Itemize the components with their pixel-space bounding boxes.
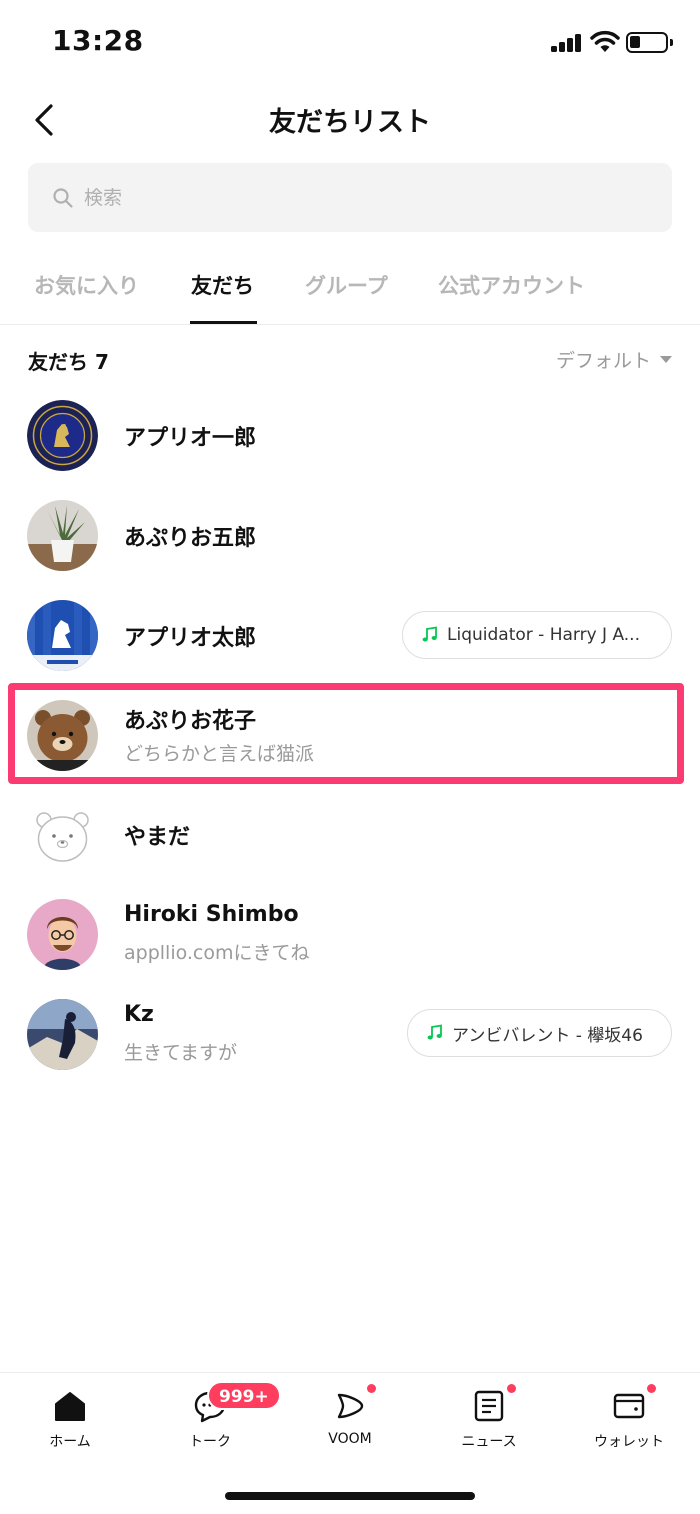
avatar[interactable] xyxy=(27,700,98,771)
friend-name: アプリオ一郎 xyxy=(124,426,257,451)
tab-official-accounts[interactable]: 公式アカウント xyxy=(438,270,585,300)
cartoon-man-avatar-icon xyxy=(27,899,98,970)
friend-name: Kz xyxy=(124,1002,154,1027)
nav-wallet[interactable]: ウォレット xyxy=(579,1389,679,1451)
friend-name: アプリオ太郎 xyxy=(124,626,257,651)
tab-favorites[interactable]: お気に入り xyxy=(34,270,139,300)
plant-photo-icon xyxy=(27,500,98,571)
nav-news[interactable]: ニュース xyxy=(439,1389,539,1451)
brown-bear-photo-icon xyxy=(27,700,98,771)
music-note-icon xyxy=(427,1024,442,1040)
friend-name: あぷりお花子 xyxy=(124,709,257,734)
friend-name: あぷりお五郎 xyxy=(124,526,257,551)
notification-dot xyxy=(647,1384,656,1393)
avatar[interactable] xyxy=(27,600,98,671)
sort-dropdown[interactable]: デフォルト xyxy=(556,346,672,373)
tab-bar: お気に入り 友だち グループ 公式アカウント xyxy=(0,250,700,325)
music-note-icon xyxy=(422,626,437,642)
avatar[interactable] xyxy=(27,400,98,471)
default-bear-avatar-icon xyxy=(27,799,98,870)
friend-row[interactable]: アプリオ一郎 xyxy=(0,385,700,485)
nav-header: 友だちリスト xyxy=(0,84,700,156)
friend-status-message: appllio.comにきてね xyxy=(124,942,310,964)
chelsea-crest-icon xyxy=(27,400,98,471)
music-status-pill[interactable]: Liquidator - Harry J A... xyxy=(402,611,672,659)
friend-row[interactable]: Hiroki Shimbo appllio.comにきてね xyxy=(0,884,700,984)
tab-groups[interactable]: グループ xyxy=(305,270,388,300)
nav-label: VOOM xyxy=(328,1431,372,1447)
avatar[interactable] xyxy=(27,799,98,870)
home-indicator xyxy=(225,1492,475,1500)
friend-row-highlighted[interactable]: あぷりお花子 どちらかと言えば猫派 xyxy=(0,685,700,785)
active-tab-indicator xyxy=(190,321,257,324)
search-input[interactable] xyxy=(84,186,644,209)
tab-friends[interactable]: 友だち xyxy=(191,270,254,300)
friend-row[interactable]: Kz 生きてますが アンビバレント - 欅坂46 xyxy=(0,984,700,1084)
nav-label: ニュース xyxy=(461,1434,517,1450)
page-title: 友だちリスト xyxy=(269,107,431,138)
friend-status-message: 生きてますが xyxy=(124,1042,238,1064)
nav-voom[interactable]: VOOM xyxy=(300,1389,400,1447)
friends-count-title: 友だち 7 xyxy=(28,350,109,374)
avatar[interactable] xyxy=(27,999,98,1070)
nav-home[interactable]: ホーム xyxy=(20,1389,120,1451)
nav-label: ウォレット xyxy=(594,1434,664,1450)
friend-row[interactable]: アプリオ太郎 Liquidator - Harry J A... xyxy=(0,585,700,685)
voom-icon xyxy=(337,1393,364,1419)
wallet-icon xyxy=(613,1393,645,1419)
status-time: 13:28 xyxy=(52,24,144,57)
sort-label: デフォルト xyxy=(555,350,651,372)
wifi-icon xyxy=(590,30,620,52)
friends-section-header: 友だち 7 デフォルト xyxy=(0,340,700,380)
search-icon xyxy=(53,187,73,208)
news-icon xyxy=(474,1390,504,1422)
cellular-signal-icon xyxy=(551,34,583,52)
friend-row[interactable]: あぷりお五郎 xyxy=(0,485,700,585)
home-icon xyxy=(55,1392,85,1421)
avatar[interactable] xyxy=(27,500,98,571)
status-bar: 13:28 xyxy=(0,0,700,84)
friend-status-message: どちらかと言えば猫派 xyxy=(124,743,315,765)
music-status-pill[interactable]: アンビバレント - 欅坂46 xyxy=(407,1009,672,1057)
night-photo-icon xyxy=(27,999,98,1070)
notification-dot xyxy=(367,1384,376,1393)
nav-label: ホーム xyxy=(49,1434,91,1450)
music-track-text: Liquidator - Harry J A... xyxy=(447,625,640,645)
friend-name: Hiroki Shimbo xyxy=(124,902,299,927)
unread-badge: 999+ xyxy=(207,1381,281,1410)
avatar[interactable] xyxy=(27,899,98,970)
chelsea-blue-icon xyxy=(27,600,98,671)
friend-name: やまだ xyxy=(124,825,191,850)
music-track-text: アンビバレント - 欅坂46 xyxy=(452,1025,643,1046)
search-bar[interactable] xyxy=(28,163,672,232)
friend-row[interactable]: やまだ xyxy=(0,784,700,884)
caret-down-icon xyxy=(660,356,672,363)
battery-icon xyxy=(626,32,673,53)
nav-label: トーク xyxy=(189,1434,231,1450)
notification-dot xyxy=(507,1384,516,1393)
